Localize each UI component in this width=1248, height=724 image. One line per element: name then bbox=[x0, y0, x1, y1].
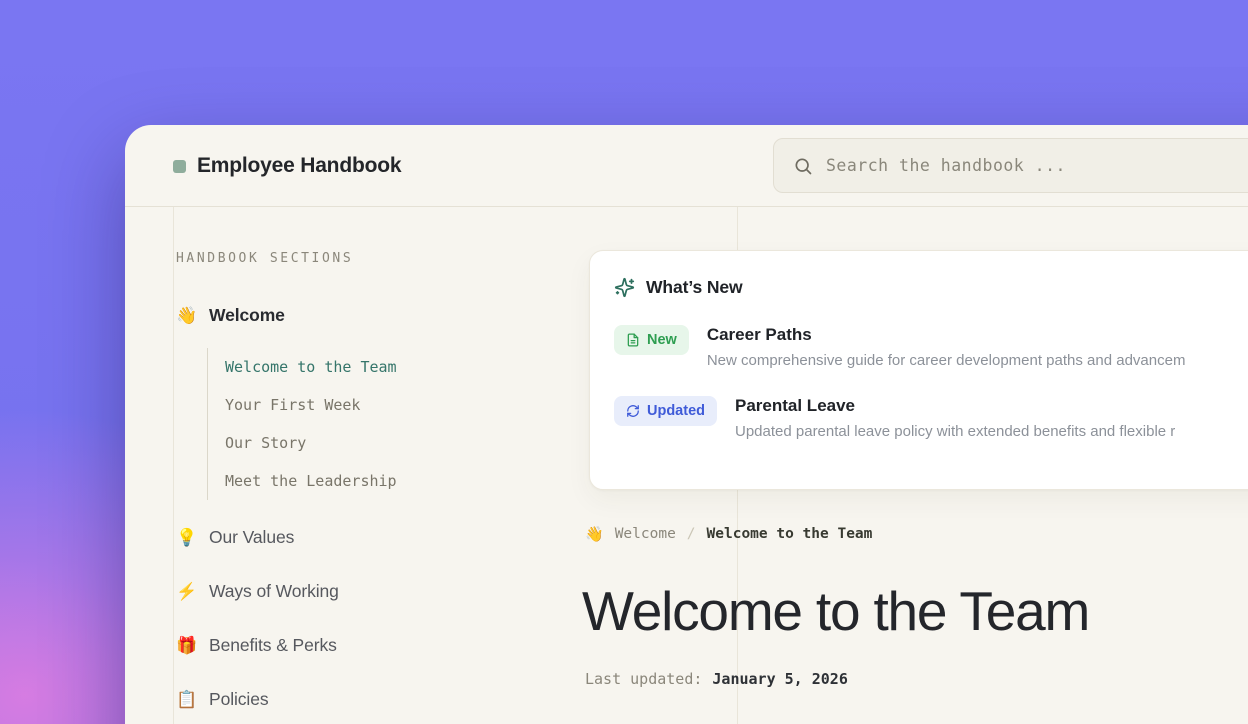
sidebar-section-label: HANDBOOK SECTIONS bbox=[176, 251, 593, 266]
new-badge: New bbox=[614, 325, 689, 355]
app-title: Employee Handbook bbox=[197, 154, 401, 178]
sidebar-item-our-values[interactable]: 💡 Our Values bbox=[176, 524, 593, 550]
app-brand: Employee Handbook bbox=[173, 125, 401, 207]
sidebar-item-ways-of-working[interactable]: ⚡ Ways of Working bbox=[176, 578, 593, 604]
updated-badge: Updated bbox=[614, 396, 717, 426]
whats-new-title: What’s New bbox=[646, 277, 743, 298]
sidebar-subitem-our-story[interactable]: Our Story bbox=[225, 424, 593, 462]
sparkles-icon bbox=[614, 277, 635, 298]
wave-icon: 👋 bbox=[176, 307, 196, 324]
breadcrumb-separator: / bbox=[687, 526, 696, 542]
whats-new-item-text: Career Paths New comprehensive guide for… bbox=[707, 325, 1186, 369]
clipboard-icon: 📋 bbox=[176, 691, 196, 708]
whats-new-item-description: Updated parental leave policy with exten… bbox=[735, 423, 1175, 440]
sidebar-item-benefits-perks[interactable]: 🎁 Benefits & Perks bbox=[176, 632, 593, 658]
whats-new-header: What’s New bbox=[614, 277, 1248, 298]
breadcrumb-current-page: Welcome to the Team bbox=[707, 526, 873, 542]
breadcrumb: 👋 Welcome / Welcome to the Team bbox=[585, 525, 872, 543]
badge-label: New bbox=[647, 332, 677, 348]
file-text-icon bbox=[626, 333, 640, 347]
sidebar-item-label: Welcome bbox=[209, 305, 285, 326]
sidebar-item-label: Policies bbox=[209, 689, 269, 710]
main-content: What’s New New Career Paths bbox=[585, 207, 1248, 724]
logo-square-icon bbox=[173, 160, 186, 173]
sidebar-subitem-meet-the-leadership[interactable]: Meet the Leadership bbox=[225, 462, 593, 500]
sidebar: HANDBOOK SECTIONS 👋 Welcome Welcome to t… bbox=[173, 207, 593, 724]
whats-new-item-parental-leave[interactable]: Updated Parental Leave Updated parental … bbox=[614, 396, 1248, 440]
lightbulb-icon: 💡 bbox=[176, 529, 196, 546]
page-title: Welcome to the Team bbox=[582, 579, 1089, 643]
wave-icon: 👋 bbox=[585, 525, 604, 543]
search-box[interactable] bbox=[773, 138, 1248, 193]
sidebar-sublist-welcome: Welcome to the Team Your First Week Our … bbox=[207, 348, 593, 500]
sidebar-item-label: Benefits & Perks bbox=[209, 635, 337, 656]
sidebar-item-label: Our Values bbox=[209, 527, 294, 548]
refresh-icon bbox=[626, 404, 640, 418]
whats-new-item-description: New comprehensive guide for career devel… bbox=[707, 352, 1186, 369]
whats-new-item-title: Parental Leave bbox=[735, 396, 1175, 416]
whats-new-item-title: Career Paths bbox=[707, 325, 1186, 345]
sidebar-item-policies[interactable]: 📋 Policies bbox=[176, 686, 593, 712]
whats-new-item-text: Parental Leave Updated parental leave po… bbox=[735, 396, 1175, 440]
badge-label: Updated bbox=[647, 403, 705, 419]
whats-new-item-career-paths[interactable]: New Career Paths New comprehensive guide… bbox=[614, 325, 1248, 369]
app-header: Employee Handbook bbox=[125, 125, 1248, 207]
breadcrumb-section[interactable]: Welcome bbox=[615, 526, 676, 542]
desktop-background: Employee Handbook HANDBOOK SECTIONS 👋 We… bbox=[0, 0, 1248, 724]
last-updated: Last updated: January 5, 2026 bbox=[585, 670, 848, 688]
whats-new-card: What’s New New Career Paths bbox=[589, 250, 1248, 490]
search-icon bbox=[793, 156, 813, 176]
handbook-window: Employee Handbook HANDBOOK SECTIONS 👋 We… bbox=[125, 125, 1248, 724]
sidebar-subitem-your-first-week[interactable]: Your First Week bbox=[225, 386, 593, 424]
search-input[interactable] bbox=[826, 156, 1248, 175]
sidebar-subitem-welcome-to-the-team[interactable]: Welcome to the Team bbox=[225, 348, 593, 386]
sidebar-item-welcome[interactable]: 👋 Welcome bbox=[176, 302, 593, 328]
sidebar-item-label: Ways of Working bbox=[209, 581, 339, 602]
gift-icon: 🎁 bbox=[176, 637, 196, 654]
last-updated-label: Last updated: bbox=[585, 670, 702, 688]
lightning-icon: ⚡ bbox=[176, 583, 196, 600]
last-updated-value: January 5, 2026 bbox=[712, 670, 847, 688]
